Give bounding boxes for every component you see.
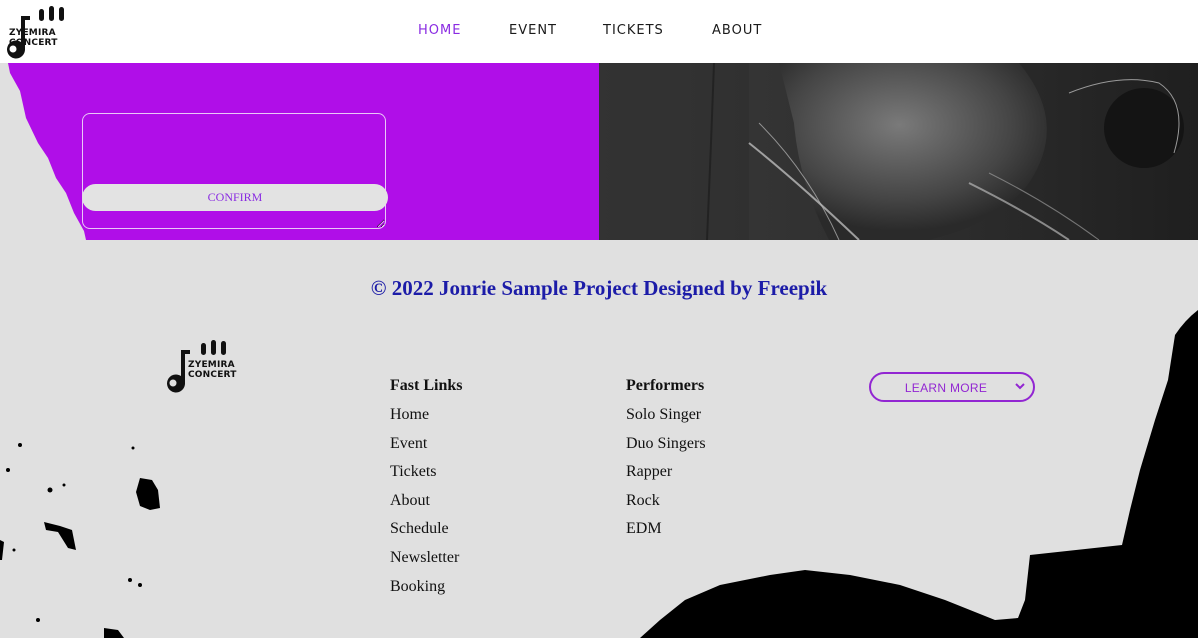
chevron-down-icon — [1015, 383, 1025, 390]
brand-line1: ZYEMIRA — [9, 28, 56, 38]
performers-title: Performers — [626, 377, 705, 394]
fast-link-newsletter[interactable]: Newsletter — [390, 548, 462, 577]
copyright-text: © 2022 Jonrie Sample Project Designed by… — [370, 276, 828, 300]
performer-link-solo-singer[interactable]: Solo Singer — [626, 405, 706, 434]
fast-links-title: Fast Links — [390, 377, 463, 394]
ink-splatter-decoration — [0, 443, 160, 638]
message-textarea[interactable] — [82, 113, 386, 229]
fast-link-booking[interactable]: Booking — [390, 577, 462, 606]
fast-link-event[interactable]: Event — [390, 434, 462, 463]
performer-link-rapper[interactable]: Rapper — [626, 462, 706, 491]
fast-link-schedule[interactable]: Schedule — [390, 519, 462, 548]
performers-list: Solo Singer Duo Singers Rapper Rock EDM — [626, 405, 706, 548]
brand-line2: CONCERT — [9, 38, 58, 48]
fast-links-list: Home Event Tickets About Schedule Newsle… — [390, 405, 462, 605]
brand-line1: ZYEMIRA — [188, 360, 235, 370]
brand-line2: CONCERT — [188, 370, 237, 380]
nav-home[interactable]: HOME — [418, 23, 461, 38]
learn-more-select[interactable]: LEARN MORE — [869, 372, 1035, 402]
fast-link-tickets[interactable]: Tickets — [390, 462, 462, 491]
nav-tickets[interactable]: TICKETS — [603, 23, 664, 38]
footer-brand-logo[interactable]: ZYEMIRA CONCERT — [160, 338, 236, 394]
nav-about[interactable]: ABOUT — [712, 23, 762, 38]
brand-logo[interactable]: ZYEMIRA CONCERT — [0, 4, 72, 60]
performer-link-duo-singers[interactable]: Duo Singers — [626, 434, 706, 463]
nav-event[interactable]: EVENT — [509, 23, 557, 38]
fast-link-about[interactable]: About — [390, 491, 462, 520]
performers-column: Performers Solo Singer Duo Singers Rappe… — [626, 376, 706, 548]
performer-link-edm[interactable]: EDM — [626, 519, 706, 548]
confirm-button[interactable]: CONFIRM — [82, 184, 388, 211]
singer-photo-image — [599, 63, 1198, 240]
learn-more-label: LEARN MORE — [904, 381, 988, 395]
fast-links-column: Fast Links Home Event Tickets About Sche… — [390, 376, 462, 605]
concert-photo — [599, 63, 1198, 240]
site-header: ZYEMIRA CONCERT HOME EVENT TICKETS ABOUT — [0, 0, 1198, 63]
brand-name: ZYEMIRA CONCERT — [9, 28, 58, 48]
brand-name: ZYEMIRA CONCERT — [188, 360, 237, 380]
fast-link-home[interactable]: Home — [390, 405, 462, 434]
performer-link-rock[interactable]: Rock — [626, 491, 706, 520]
